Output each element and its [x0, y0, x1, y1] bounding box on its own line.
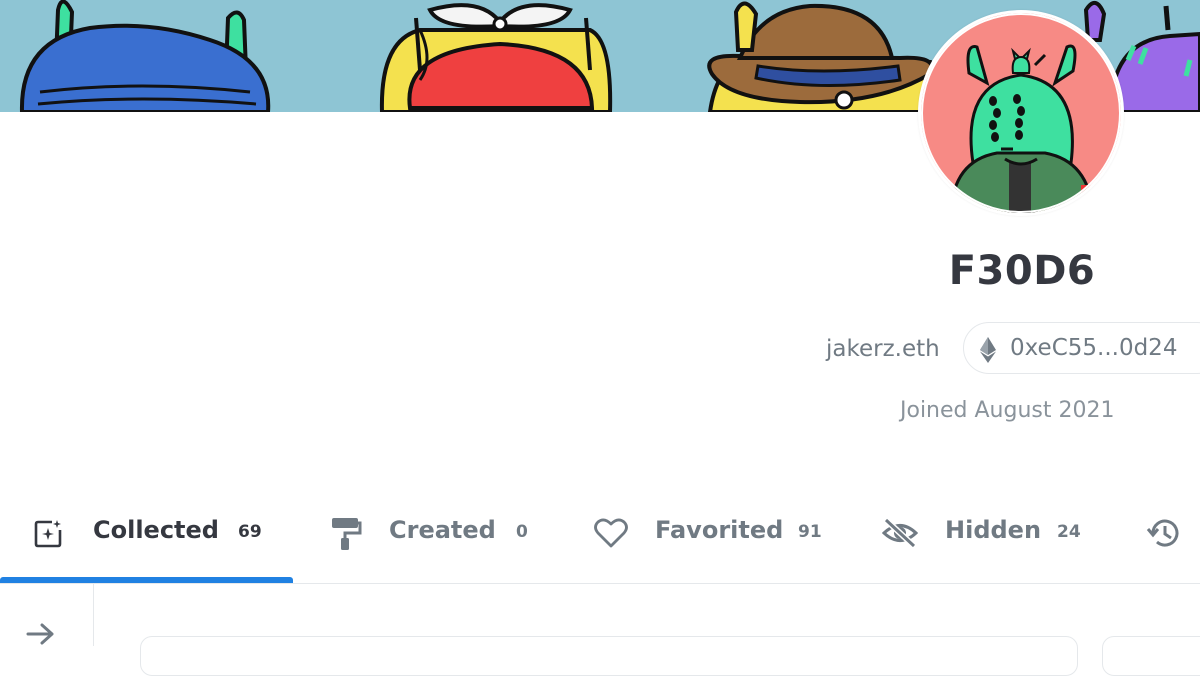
tab-favorited[interactable]: Favorited 91	[580, 500, 840, 583]
tab-hidden[interactable]: Hidden 24	[870, 500, 1110, 583]
tab-collected-label: Collected	[93, 516, 219, 544]
banner-character-cowboy-hat	[707, 1, 939, 112]
joined-date: Joined August 2021	[900, 398, 1115, 423]
banner-character-blue-beanie	[19, 0, 271, 112]
heart-icon	[594, 518, 628, 552]
search-input[interactable]	[140, 636, 1078, 676]
avatar-character-image	[921, 13, 1121, 213]
collected-icon	[32, 518, 64, 554]
profile-tabs: Collected 69 Created 0 Favorited 91 Hidd…	[0, 500, 1200, 584]
active-tab-indicator	[0, 577, 293, 583]
wallet-address-chip[interactable]: 0xeC55...0d24	[963, 322, 1200, 374]
tab-favorited-label: Favorited	[655, 516, 784, 544]
tab-collected-count: 69	[238, 522, 262, 542]
tab-activity[interactable]	[1130, 500, 1200, 583]
wallet-address: 0xeC55...0d24	[1010, 335, 1178, 361]
tab-favorited-count: 91	[798, 522, 822, 542]
tab-hidden-count: 24	[1057, 522, 1081, 542]
tab-created-label: Created	[389, 516, 496, 544]
ens-name[interactable]: jakerz.eth	[826, 336, 940, 362]
eye-off-icon	[881, 517, 919, 552]
profile-avatar[interactable]	[918, 10, 1124, 216]
ethereum-icon	[980, 337, 996, 367]
sidebar-divider	[93, 584, 94, 646]
paint-roller-icon	[330, 516, 362, 554]
tab-created[interactable]: Created 0	[310, 500, 550, 583]
banner-character-propeller-cap	[379, 3, 613, 112]
tab-collected[interactable]: Collected 69	[0, 500, 293, 583]
sort-dropdown[interactable]	[1102, 636, 1200, 676]
arrow-right-icon	[26, 623, 54, 645]
history-icon	[1146, 516, 1182, 554]
tab-created-count: 0	[516, 522, 528, 542]
tab-hidden-label: Hidden	[945, 516, 1042, 544]
profile-username: F30D6	[948, 248, 1096, 294]
